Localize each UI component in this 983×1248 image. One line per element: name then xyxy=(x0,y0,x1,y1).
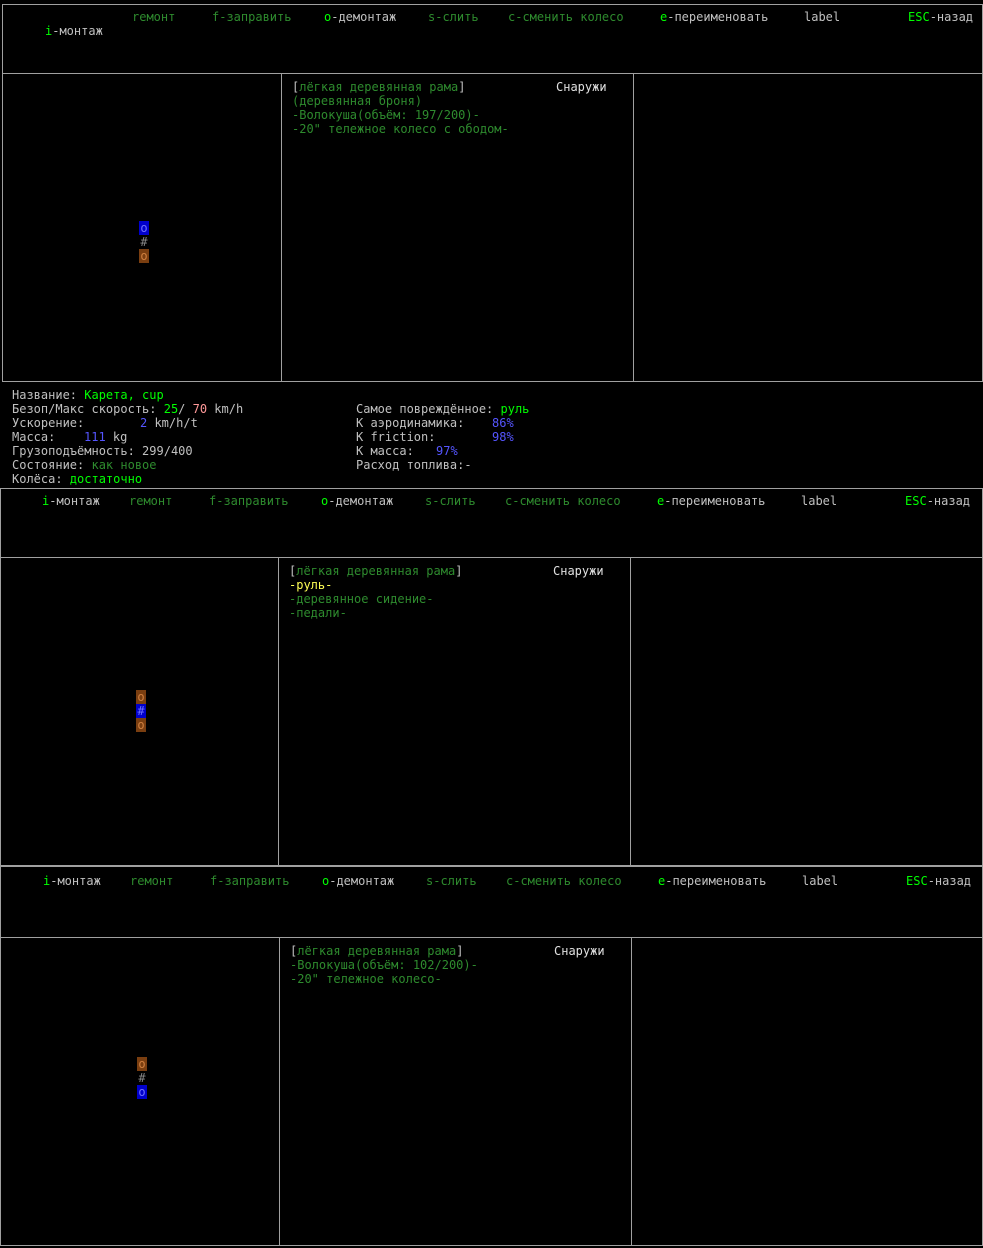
stat-mass-value: 111 kg xyxy=(84,430,128,444)
menu-repair[interactable]: rемонт xyxy=(130,874,173,888)
stat-damaged: Самое повреждённое: руль xyxy=(356,402,530,416)
location-label-2: Снаружи xyxy=(553,564,604,578)
info-panel-2 xyxy=(630,557,983,866)
wheel-cell: o xyxy=(139,221,149,235)
menu-refill[interactable]: f-заправить xyxy=(210,874,289,888)
menu-install[interactable]: i-монтаж xyxy=(43,874,101,888)
menu-siphon[interactable]: s-слить xyxy=(426,874,477,888)
menu-repair[interactable]: rемонт xyxy=(132,10,175,24)
wheel-cell: o xyxy=(139,249,149,263)
stat-friction-value: 98% xyxy=(492,430,514,444)
part-item[interactable]: -педали- xyxy=(289,606,347,620)
stat-speed: Безоп/Макс скорость: 25/ 70 km/h xyxy=(12,402,244,416)
menu-back[interactable]: ESC-назад xyxy=(905,494,970,508)
frame-header-1[interactable]: [лёгкая деревянная рама] xyxy=(292,80,465,94)
stat-wheels: Колёса: достаточно xyxy=(12,472,143,486)
stat-fuel: Расход топлива:- xyxy=(356,458,472,472)
menu-refill[interactable]: f-заправить xyxy=(212,10,291,24)
stat-accel-value: 2 km/h/t xyxy=(140,416,198,430)
frame-cell: # xyxy=(140,235,148,249)
menu-change-wheel[interactable]: c-сменить колесо xyxy=(506,874,622,888)
menu-remove[interactable]: o-демонтаж xyxy=(321,494,393,508)
menu-repair[interactable]: rемонт xyxy=(129,494,172,508)
stat-kmass-label: К масса: xyxy=(356,444,422,458)
location-label-3: Снаружи xyxy=(554,944,605,958)
menu-rename[interactable]: e-переименовать xyxy=(658,874,766,888)
part-item[interactable]: -20" тележное колесо с ободом- xyxy=(292,122,509,136)
stat-aero-value: 86% xyxy=(492,416,514,430)
menu-install[interactable]: i-монтаж xyxy=(45,24,103,38)
stat-accel: Ускорение: xyxy=(12,416,92,430)
menu-remove[interactable]: o-демонтаж xyxy=(324,10,396,24)
info-panel-1 xyxy=(633,73,983,382)
menu-label[interactable]: label xyxy=(804,10,840,24)
wheel-cell: o xyxy=(137,1057,147,1071)
menu-change-wheel[interactable]: c-сменить колесо xyxy=(508,10,624,24)
menu-siphon[interactable]: s-слить xyxy=(425,494,476,508)
menu-label[interactable]: label xyxy=(801,494,837,508)
menu-rename[interactable]: e-переименовать xyxy=(657,494,765,508)
frame-header-3[interactable]: [лёгкая деревянная рама] xyxy=(290,944,463,958)
stat-friction-label: K friction: xyxy=(356,430,443,444)
stat-name: Название: Карета, cup xyxy=(12,388,164,402)
stat-kmass-value: 97% xyxy=(436,444,458,458)
wheel-cell: o xyxy=(136,718,146,732)
menu-remove[interactable]: o-демонтаж xyxy=(322,874,394,888)
part-item[interactable]: -Волокуша(объём: 102/200)- xyxy=(290,958,478,972)
frame-header-2[interactable]: [лёгкая деревянная рама] xyxy=(289,564,462,578)
menu-row-1: i-монтаж xyxy=(45,10,103,38)
part-item[interactable]: -Волокуша(объём: 197/200)- xyxy=(292,108,480,122)
location-label-1: Снаружи xyxy=(556,80,607,94)
menu-install[interactable]: i-монтаж xyxy=(42,494,100,508)
menu-change-wheel[interactable]: c-сменить колесо xyxy=(505,494,621,508)
menu-label[interactable]: label xyxy=(802,874,838,888)
stat-mass: Масса: xyxy=(12,430,63,444)
wheel-cell: o xyxy=(137,1085,147,1099)
stat-condition: Состояние: как новое xyxy=(12,458,157,472)
menu-back[interactable]: ESC-назад xyxy=(906,874,971,888)
frame-cell: # xyxy=(136,704,146,718)
menu-siphon[interactable]: s-слить xyxy=(428,10,479,24)
menu-back[interactable]: ESC-назад xyxy=(908,10,973,24)
part-item[interactable]: (деревянная броня) xyxy=(292,94,422,108)
info-panel-3 xyxy=(631,937,983,1246)
part-item[interactable]: -деревянное сидение- xyxy=(289,592,434,606)
frame-cell: # xyxy=(138,1071,146,1085)
stat-aero-label: К аэродинамика: xyxy=(356,416,472,430)
stat-cargo: Грузоподъёмность: 299/400 xyxy=(12,444,193,458)
menu-rename[interactable]: e-переименовать xyxy=(660,10,768,24)
part-item[interactable]: -20" тележное колесо- xyxy=(290,972,442,986)
wheel-cell: o xyxy=(136,690,146,704)
part-item-selected[interactable]: -руль- xyxy=(289,578,332,592)
menu-refill[interactable]: f-заправить xyxy=(209,494,288,508)
